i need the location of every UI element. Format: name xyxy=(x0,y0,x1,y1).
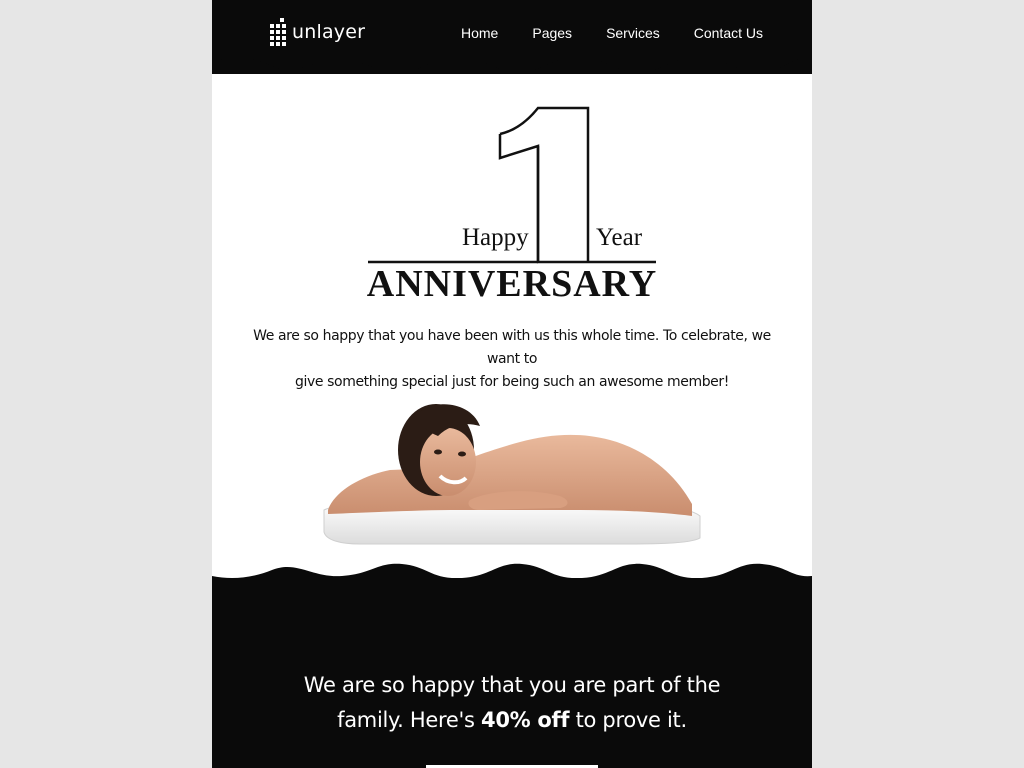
logo-text: unlayer xyxy=(292,21,366,43)
happy-text: Happy xyxy=(462,224,529,251)
promo-line-2: family. Here's 40% off to prove it. xyxy=(212,703,812,738)
intro-paragraph: We are so happy that you have been with … xyxy=(252,325,772,394)
main-nav: Home Pages Services Contact Us xyxy=(427,24,763,42)
nav-pages-link[interactable]: Pages xyxy=(532,24,572,42)
nav-services-link[interactable]: Services xyxy=(606,24,660,42)
logo-icon xyxy=(270,18,288,46)
anniversary-title: ANNIVERSARY xyxy=(366,263,658,305)
email-container: unlayer Home Pages Services Contact Us H… xyxy=(212,0,812,768)
promo-text: We are so happy that you are part of the… xyxy=(212,668,812,738)
year-text: Year xyxy=(596,224,643,251)
nav-contact-link[interactable]: Contact Us xyxy=(694,24,763,42)
footer-wave-divider xyxy=(212,563,812,580)
nav-home-link[interactable]: Home xyxy=(461,24,498,42)
promo-line-2-start: family. Here's xyxy=(337,708,482,732)
intro-line-1: We are so happy that you have been with … xyxy=(253,328,771,367)
header-wave-divider xyxy=(212,56,812,73)
discount-highlight: 40% off xyxy=(481,708,570,732)
hero-photo xyxy=(323,404,701,545)
promo-line-1: We are so happy that you are part of the xyxy=(303,673,721,697)
promo-line-2-end: to prove it. xyxy=(569,708,688,732)
logo[interactable]: unlayer xyxy=(270,18,365,46)
intro-line-2: give something special just for being su… xyxy=(295,374,729,390)
